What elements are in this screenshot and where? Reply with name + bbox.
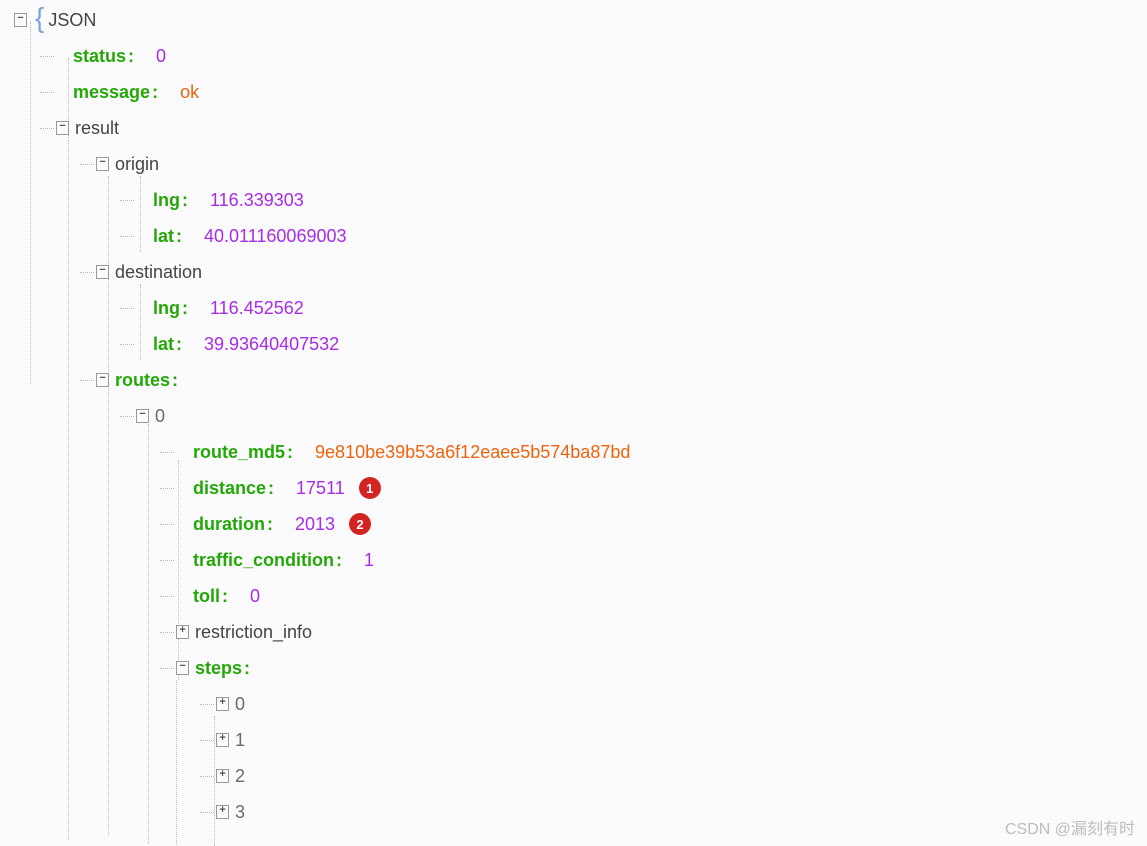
val-message: ok [180,82,199,103]
val-dest-lat: 39.93640407532 [204,334,339,355]
expand-icon[interactable]: + [216,769,229,783]
val-origin-lat: 40.011160069003 [204,226,346,247]
key-origin-lng: lng [153,190,180,211]
collapse-icon[interactable]: − [96,373,109,387]
key-dest-lng: lng [153,298,180,319]
collapse-icon[interactable]: − [96,265,109,279]
key-result: result [75,118,119,139]
val-origin-lng: 116.339303 [210,190,304,211]
brace-icon: { [35,2,44,38]
val-distance: 17511 [296,478,345,499]
key-duration: duration [193,514,265,535]
tree-root: − { JSON status : 0 message : ok − resul… [0,2,1147,830]
collapse-icon[interactable]: − [14,13,27,27]
annotation-badge-1: 1 [359,477,381,499]
key-status: status [73,46,126,67]
annotation-badge-2: 2 [349,513,371,535]
key-steps: steps [195,658,242,679]
key-message: message [73,82,150,103]
watermark: CSDN @漏刻有时 [1005,815,1135,839]
val-duration: 2013 [295,514,335,535]
key-dest-lat: lat [153,334,174,355]
key-origin: origin [115,154,159,175]
root-label: JSON [48,10,96,31]
idx-step-0: 0 [235,694,245,715]
val-toll: 0 [250,586,260,607]
key-route-md5: route_md5 [193,442,285,463]
val-dest-lng: 116.452562 [210,298,304,319]
expand-icon[interactable]: + [216,697,229,711]
expand-icon[interactable]: + [216,805,229,819]
expand-icon[interactable]: + [176,625,189,639]
val-status: 0 [156,46,166,67]
collapse-icon[interactable]: − [176,661,189,675]
idx-step-1: 1 [235,730,245,751]
key-restriction-info: restriction_info [195,622,312,643]
idx-routes-0: 0 [155,406,165,427]
key-distance: distance [193,478,266,499]
key-routes: routes [115,370,170,391]
key-toll: toll [193,586,220,607]
collapse-icon[interactable]: − [136,409,149,423]
collapse-icon[interactable]: − [96,157,109,171]
val-route-md5: 9e810be39b53a6f12eaee5b574ba87bd [315,442,630,463]
key-destination: destination [115,262,202,283]
val-traffic-condition: 1 [364,550,374,571]
idx-step-2: 2 [235,766,245,787]
key-origin-lat: lat [153,226,174,247]
collapse-icon[interactable]: − [56,121,69,135]
expand-icon[interactable]: + [216,733,229,747]
idx-step-3: 3 [235,802,245,823]
key-traffic-condition: traffic_condition [193,550,334,571]
